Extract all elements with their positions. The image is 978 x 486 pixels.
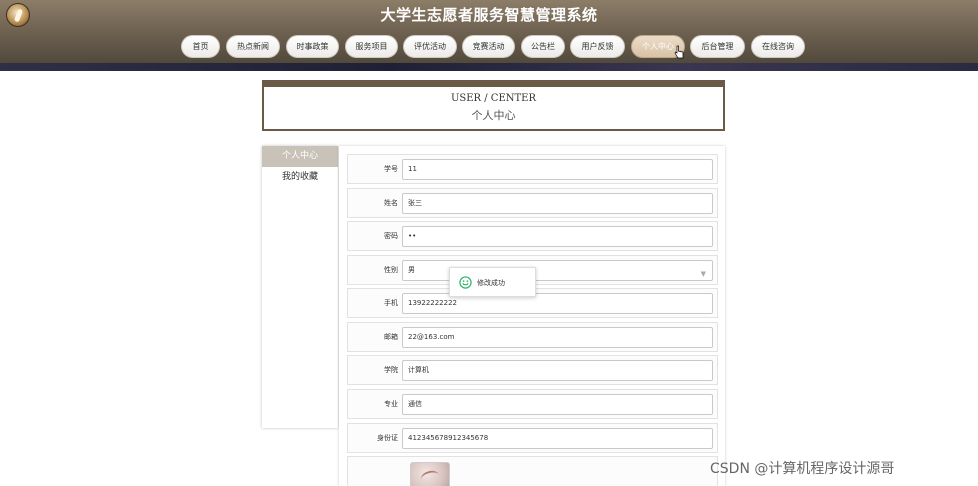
gender-selected-value: 男 [408, 266, 415, 274]
phone-label: 手机 [384, 299, 398, 307]
password-input[interactable]: •• [402, 226, 713, 247]
header-bottom-strip [0, 63, 978, 71]
form-row-avatar [347, 456, 718, 486]
college-label: 学院 [384, 366, 398, 374]
nav-item-home[interactable]: 首页 [181, 35, 220, 58]
id-card-input[interactable]: 412345678912345678 [402, 428, 713, 449]
nav-item-notice-board[interactable]: 公告栏 [521, 35, 565, 58]
nav-item-awards[interactable]: 评优活动 [403, 35, 457, 58]
nav-item-hot-news[interactable]: 热点新闻 [226, 35, 280, 58]
gender-label: 性别 [384, 266, 398, 274]
name-input[interactable]: 张三 [402, 193, 713, 214]
menu-item-user-center[interactable]: 个人中心 [262, 146, 338, 167]
left-menu: 个人中心 我的收藏 [262, 146, 338, 428]
college-input[interactable]: 计算机 [402, 360, 713, 381]
toast-message: 修改成功 [477, 279, 505, 287]
id-card-label: 身份证 [377, 434, 398, 442]
student-id-label: 学号 [384, 165, 398, 173]
form-row-major: 专业 通信 [347, 389, 718, 419]
hand-cursor-icon [674, 45, 684, 59]
avatar-upload-thumbnail[interactable] [410, 462, 450, 486]
success-toast: 修改成功 [449, 267, 536, 297]
main-nav: 首页 热点新闻 时事政策 服务项目 评优活动 竞赛活动 公告栏 用户反馈 个人中… [0, 35, 978, 59]
password-label: 密码 [384, 232, 398, 240]
page-heading-cn: 个人中心 [471, 109, 516, 122]
page-heading: USER / CENTER 个人中心 [262, 80, 725, 131]
major-label: 专业 [384, 400, 398, 408]
email-input[interactable]: 22@163.com [402, 327, 713, 348]
nav-item-admin[interactable]: 后台管理 [690, 35, 745, 58]
nav-item-policy[interactable]: 时事政策 [286, 35, 339, 58]
form-row-college: 学院 计算机 [347, 355, 718, 385]
csdn-watermark: CSDN @计算机程序设计源哥 [710, 461, 895, 477]
email-label: 邮箱 [384, 333, 398, 341]
site-title: 大学生志愿者服务智慧管理系统 [380, 6, 598, 24]
name-label: 姓名 [384, 199, 398, 207]
nav-item-online-consult[interactable]: 在线咨询 [751, 35, 805, 58]
smile-icon [459, 276, 472, 289]
nav-item-feedback[interactable]: 用户反馈 [570, 35, 625, 58]
menu-item-my-favorites[interactable]: 我的收藏 [262, 167, 338, 188]
form-row-email: 邮箱 22@163.com [347, 322, 718, 352]
profile-form: 学号 11 姓名 张三 密码 •• 性别 男 ▼ 手机 13922222222 … [339, 146, 725, 486]
nav-item-service-projects[interactable]: 服务项目 [345, 35, 398, 58]
student-id-input[interactable]: 11 [402, 159, 713, 180]
form-row-id-card: 身份证 412345678912345678 [347, 423, 718, 453]
chevron-down-icon: ▼ [700, 270, 706, 278]
major-input[interactable]: 通信 [402, 394, 713, 415]
form-row-student-id: 学号 11 [347, 154, 718, 184]
page-heading-en: USER / CENTER [450, 93, 537, 104]
form-row-name: 姓名 张三 [347, 188, 718, 218]
form-row-password: 密码 •• [347, 221, 718, 251]
nav-item-competitions[interactable]: 竞赛活动 [462, 35, 515, 58]
header: 大学生志愿者服务智慧管理系统 首页 热点新闻 时事政策 服务项目 评优活动 竞赛… [0, 0, 978, 71]
